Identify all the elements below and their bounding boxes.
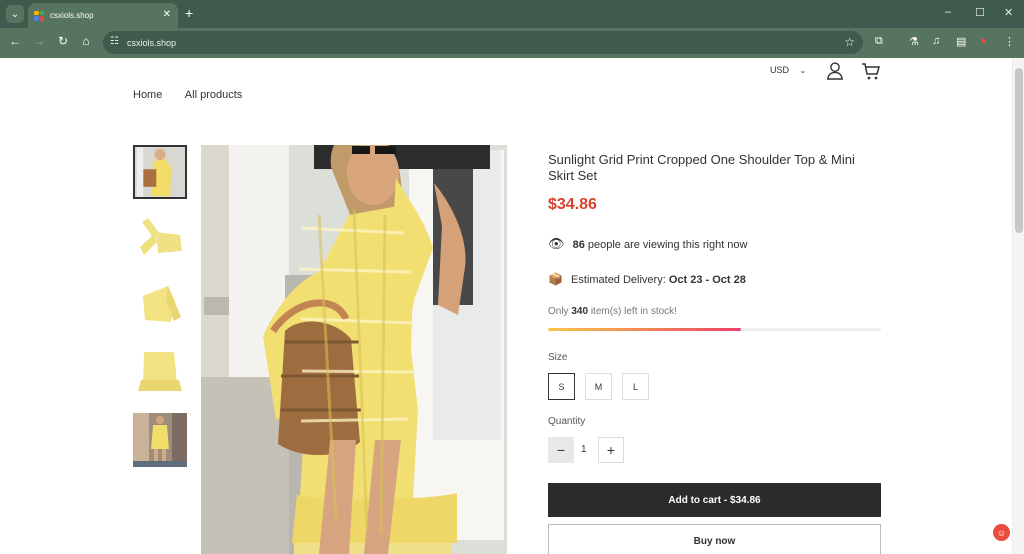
- viewers-notice: 👁 86 people are viewing this right now: [548, 236, 747, 252]
- reload-icon[interactable]: ↻: [55, 34, 71, 48]
- product-thumbnails: [133, 145, 187, 480]
- sidebar-icon[interactable]: ▤: [956, 35, 966, 48]
- delivery-estimate: 📦 Estimated Delivery: Oct 23 - Oct 28: [548, 272, 746, 286]
- thumbnail-model-front[interactable]: [133, 145, 187, 199]
- tab-title: csxiols.shop: [50, 11, 94, 20]
- product-price: $34.86: [548, 196, 597, 213]
- nav-all-products[interactable]: All products: [185, 89, 242, 101]
- extensions-icon[interactable]: ⧉: [875, 35, 883, 48]
- currency-label[interactable]: USD: [770, 65, 789, 75]
- bookmark-star-icon[interactable]: ☆: [844, 35, 855, 49]
- stock-prefix: Only: [548, 306, 569, 317]
- product-info: Sunlight Grid Print Cropped One Shoulder…: [548, 152, 881, 554]
- main-product-image[interactable]: [201, 145, 507, 554]
- size-option-s[interactable]: S: [548, 373, 575, 400]
- delivery-label: Estimated Delivery:: [571, 274, 666, 286]
- browser-tab[interactable]: csxiols.shop ✕: [28, 3, 178, 28]
- tab-search-icon[interactable]: ⌄: [6, 5, 24, 23]
- quantity-decrease-button[interactable]: −: [548, 437, 574, 463]
- store-navigation: Home All products: [133, 89, 262, 101]
- browser-toolbar: ← → ↻ ⌂ ☷ csxiols.shop ☆ ⧉ ⚗ ♫ ▤ ● ⋮: [0, 28, 1024, 58]
- media-icon[interactable]: ♫: [932, 35, 940, 47]
- package-icon: 📦: [548, 272, 563, 286]
- user-icon[interactable]: [826, 62, 844, 80]
- eye-icon: 👁: [548, 236, 565, 251]
- thumbnail-top-front[interactable]: [133, 279, 187, 333]
- home-icon[interactable]: ⌂: [78, 34, 94, 48]
- browser-tab-bar: ⌄ csxiols.shop ✕ + – ☐ ✕: [0, 0, 1024, 28]
- delivery-dates: Oct 23 - Oct 28: [668, 274, 746, 286]
- size-option-l[interactable]: L: [622, 373, 649, 400]
- forward-icon[interactable]: →: [31, 34, 47, 48]
- add-to-cart-button[interactable]: Add to cart - $34.86: [548, 483, 881, 517]
- size-label: Size: [548, 352, 568, 363]
- viewer-text: people are viewing this right now: [587, 239, 748, 251]
- scrollbar-thumb[interactable]: [1015, 68, 1023, 233]
- stock-progress-bar: [548, 328, 881, 331]
- minimize-button[interactable]: –: [945, 6, 951, 18]
- product-title: Sunlight Grid Print Cropped One Shoulder…: [548, 152, 855, 183]
- stock-progress-fill: [548, 328, 742, 331]
- page-scrollbar[interactable]: [1012, 58, 1024, 554]
- thumbnail-skirt[interactable]: [133, 346, 187, 400]
- url-text[interactable]: csxiols.shop: [127, 38, 176, 48]
- stock-notice: Only 340 item(s) left in stock!: [548, 306, 677, 317]
- nav-home[interactable]: Home: [133, 89, 162, 101]
- maximize-button[interactable]: ☐: [975, 6, 985, 19]
- tab-close-icon[interactable]: ✕: [163, 9, 171, 20]
- lab-icon[interactable]: ⚗: [909, 35, 919, 48]
- quantity-label: Quantity: [548, 416, 586, 427]
- site-info-icon[interactable]: ☷: [110, 36, 119, 47]
- address-bar[interactable]: ☷ csxiols.shop ☆: [103, 31, 863, 54]
- chevron-down-icon[interactable]: ⌄: [800, 66, 807, 75]
- chat-widget-icon[interactable]: ☺: [993, 524, 1010, 541]
- viewer-count: 86: [572, 239, 585, 251]
- product-page: USD ⌄ Home All products Sunlight Grid Pr…: [0, 58, 1024, 554]
- thumbnail-model-street[interactable]: [133, 413, 187, 467]
- buy-now-button[interactable]: Buy now: [548, 524, 881, 554]
- size-option-m[interactable]: M: [585, 373, 612, 400]
- cart-icon[interactable]: [861, 62, 880, 81]
- stock-suffix: item(s) left in stock!: [590, 306, 677, 317]
- profile-icon[interactable]: ●: [980, 35, 987, 47]
- currency-selector[interactable]: USD ⌄: [770, 65, 806, 75]
- stock-count: 340: [571, 306, 589, 317]
- quantity-increase-button[interactable]: +: [598, 437, 624, 463]
- quantity-value[interactable]: 1: [581, 444, 587, 455]
- site-favicon-icon: [34, 10, 44, 21]
- browser-menu-icon[interactable]: ⋮: [1004, 35, 1015, 48]
- thumbnail-top-side[interactable]: [133, 212, 187, 266]
- close-window-button[interactable]: ✕: [1004, 6, 1013, 19]
- back-icon[interactable]: ←: [7, 34, 23, 48]
- new-tab-button[interactable]: +: [185, 5, 193, 21]
